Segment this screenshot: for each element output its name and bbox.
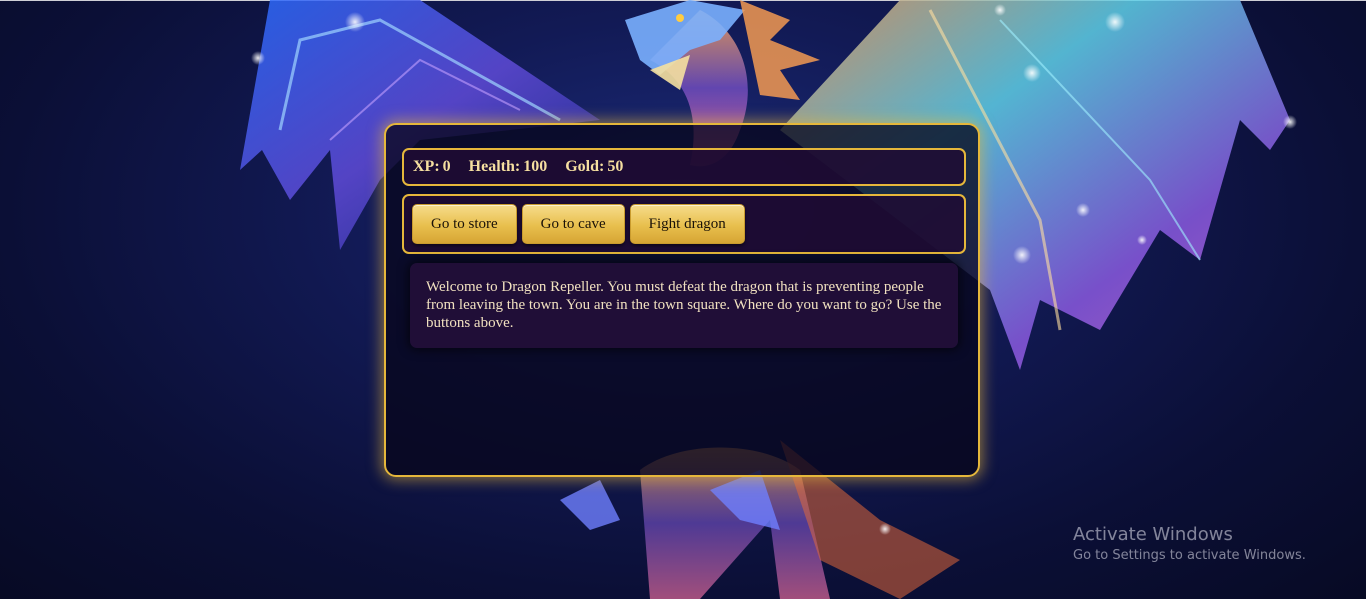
controls-bar: Go to store Go to cave Fight dragon xyxy=(402,194,966,254)
go-to-store-button[interactable]: Go to store xyxy=(412,204,517,244)
xp-value: 0 xyxy=(442,158,451,175)
fight-dragon-button[interactable]: Fight dragon xyxy=(629,204,745,244)
go-to-cave-button[interactable]: Go to cave xyxy=(521,204,625,244)
gold-label: Gold: xyxy=(565,158,605,175)
watermark-subtitle: Go to Settings to activate Windows. xyxy=(1073,548,1306,563)
game-panel: XP: 0 Health: 100 Gold: 50 Go to store Go t… xyxy=(384,123,980,477)
watermark-title: Activate Windows xyxy=(1073,524,1233,545)
stats-bar: XP: 0 Health: 100 Gold: 50 xyxy=(402,148,966,186)
story-text: Welcome to Dragon Repeller. You must def… xyxy=(410,263,958,348)
xp-stat: XP: 0 xyxy=(413,158,451,176)
gold-stat: Gold: 50 xyxy=(565,158,623,176)
activate-windows-watermark: Activate Windows Go to Settings to activ… xyxy=(1073,523,1306,565)
gold-value: 50 xyxy=(607,158,624,175)
health-stat: Health: 100 xyxy=(469,158,548,176)
health-label: Health: xyxy=(468,158,521,175)
xp-label: XP: xyxy=(413,158,440,175)
health-value: 100 xyxy=(523,158,548,175)
